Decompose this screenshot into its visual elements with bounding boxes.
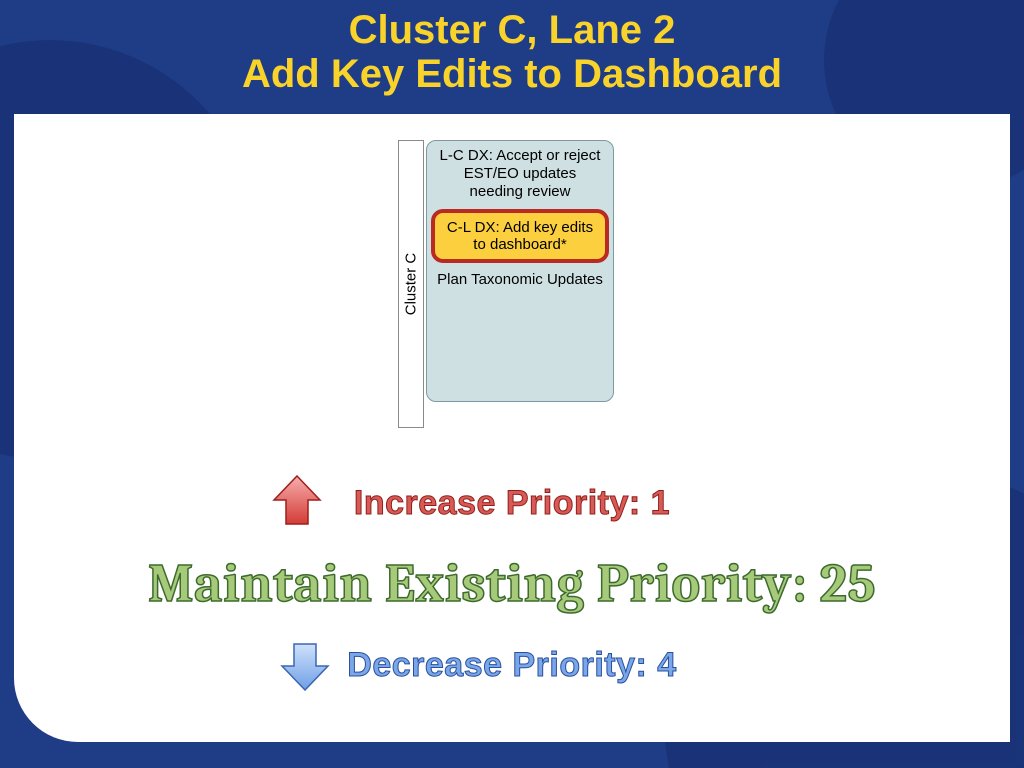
decrease-value: 4	[657, 646, 676, 684]
lane-cell-top: L-C DX: Accept or reject EST/EO updates …	[427, 141, 613, 207]
increase-value: 1	[651, 484, 670, 522]
increase-priority-row: Increase Priority: 1	[14, 484, 1010, 523]
decrease-priority-row: Decrease Priority: 4	[14, 646, 1010, 685]
title-line-1: Cluster C, Lane 2	[0, 8, 1024, 52]
decrease-label: Decrease Priority:	[347, 646, 657, 684]
title-line-2: Add Key Edits to Dashboard	[0, 52, 1024, 96]
cluster-label-box: Cluster C	[398, 140, 424, 428]
maintain-label: Maintain Existing Priority:	[148, 552, 820, 615]
maintain-value: 25	[820, 552, 876, 615]
lane-box: L-C DX: Accept or reject EST/EO updates …	[426, 140, 614, 402]
slide-title: Cluster C, Lane 2 Add Key Edits to Dashb…	[0, 8, 1024, 96]
cluster-diagram: Cluster C L-C DX: Accept or reject EST/E…	[398, 140, 636, 446]
content-card: Cluster C L-C DX: Accept or reject EST/E…	[14, 114, 1010, 742]
maintain-priority-row: Maintain Existing Priority: 25	[14, 552, 1010, 615]
lane-cell-highlight: C-L DX: Add key edits to dashboard*	[431, 209, 609, 263]
lane-cell-bottom: Plan Taxonomic Updates	[427, 265, 613, 295]
cluster-label-text: Cluster C	[403, 253, 420, 316]
increase-label: Increase Priority:	[354, 484, 651, 522]
